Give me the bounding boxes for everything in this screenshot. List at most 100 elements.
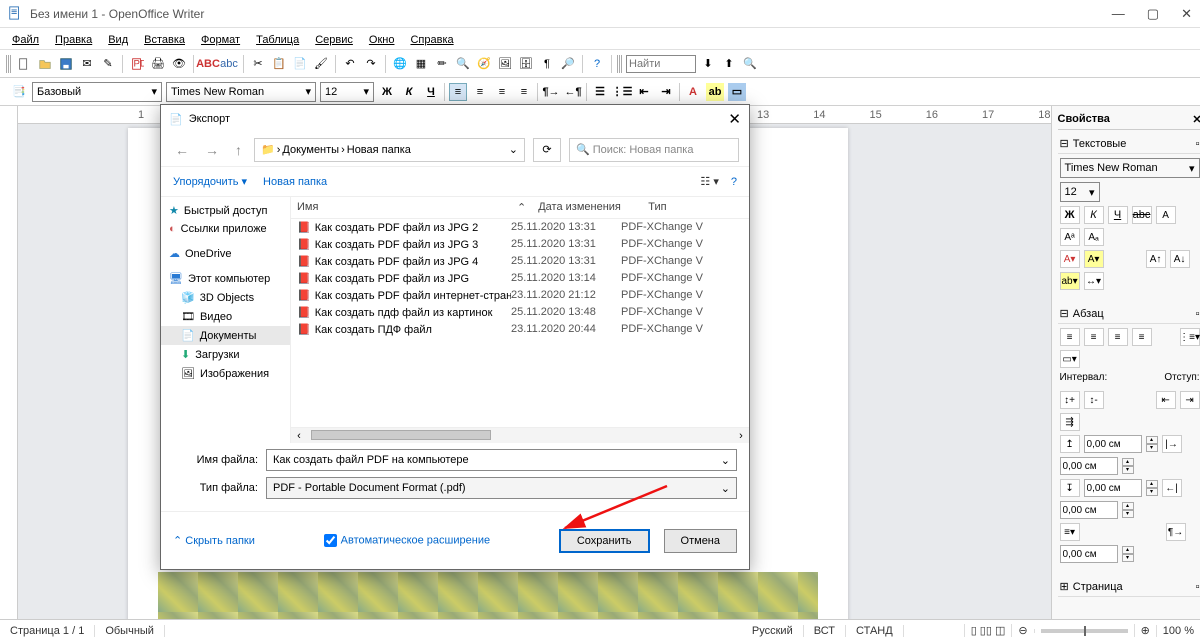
chevron-down-icon[interactable]: ⌄	[509, 143, 518, 156]
prop-sub-icon[interactable]: Aₐ	[1084, 228, 1104, 246]
undo-icon[interactable]: ↶	[341, 55, 359, 73]
prop-right-indent-icon[interactable]: ←|	[1162, 479, 1182, 497]
bullets-icon[interactable]: ⋮☰	[613, 83, 631, 101]
nav-up-icon[interactable]: ↑	[231, 142, 246, 158]
horizontal-scrollbar[interactable]: ‹ ›	[291, 427, 749, 443]
ltr-icon[interactable]: ¶→	[542, 83, 560, 101]
highlight-icon[interactable]: ab	[706, 83, 724, 101]
indent-dec-icon[interactable]: ⇤	[635, 83, 653, 101]
auto-extension-checkbox[interactable]: Автоматическое расширение	[269, 534, 545, 547]
prop-first-input[interactable]	[1060, 545, 1118, 563]
list-item[interactable]: 📕Как создать PDF файл из JPG25.11.2020 1…	[291, 270, 749, 287]
panel-close-icon[interactable]: ✕	[1192, 113, 1200, 126]
zoom-icon[interactable]: 🔎	[559, 55, 577, 73]
bold-icon[interactable]: Ж	[378, 83, 396, 101]
prop-spacing-inc-icon[interactable]: ↕+	[1060, 391, 1080, 409]
section-more-icon-2[interactable]: ▫	[1196, 308, 1200, 320]
prop-align-center-icon[interactable]: ≡	[1084, 328, 1104, 346]
section-more-icon-3[interactable]: ▫	[1196, 581, 1200, 593]
nav-back-icon[interactable]: ←	[171, 142, 193, 158]
prop-spacing-dec-icon[interactable]: ↕-	[1084, 391, 1104, 409]
tree-3d-objects[interactable]: 🧊3D Objects	[161, 288, 290, 307]
prop-first-indent-icon[interactable]: ¶→	[1166, 523, 1186, 541]
status-zoom-in-icon[interactable]: ⊕	[1134, 624, 1156, 637]
zoom-slider[interactable]	[1041, 629, 1128, 633]
print-icon[interactable]: 🖨	[149, 55, 167, 73]
find-replace-icon[interactable]: 🔍	[454, 55, 472, 73]
menu-view[interactable]: Вид	[102, 30, 134, 48]
paste-icon[interactable]: 📄	[291, 55, 309, 73]
prop-align-right-icon[interactable]: ≡	[1108, 328, 1128, 346]
menu-edit[interactable]: Правка	[49, 30, 98, 48]
help-icon[interactable]: ?	[588, 55, 606, 73]
find-prev-icon[interactable]: ⬆	[720, 55, 738, 73]
hide-folders-link[interactable]: ⌃ Скрыть папки	[173, 534, 255, 547]
tree-videos[interactable]: 🎞Видео	[161, 307, 290, 326]
new-icon[interactable]	[15, 55, 33, 73]
preview-icon[interactable]: 👁	[170, 55, 188, 73]
hyperlink-icon[interactable]: 🌐	[391, 55, 409, 73]
menu-insert[interactable]: Вставка	[138, 30, 191, 48]
prop-bgcolor-icon[interactable]: ▭▾	[1060, 350, 1080, 368]
mail-icon[interactable]: ✉	[78, 55, 96, 73]
redo-icon[interactable]: ↷	[362, 55, 380, 73]
tree-pictures[interactable]: 🖼Изображения	[161, 364, 290, 383]
menu-help[interactable]: Справка	[404, 30, 459, 48]
prop-fontcolor-icon[interactable]: A▾	[1060, 250, 1080, 268]
prop-above-icon[interactable]: ↥	[1060, 435, 1080, 453]
prop-grow-icon[interactable]: A↑	[1146, 250, 1166, 268]
copy-icon[interactable]: 📋	[270, 55, 288, 73]
show-draw-icon[interactable]: ✏	[433, 55, 451, 73]
align-left-icon[interactable]: ≡	[449, 83, 467, 101]
menu-window[interactable]: Окно	[363, 30, 401, 48]
prop-below-icon[interactable]: ↧	[1060, 479, 1080, 497]
list-item[interactable]: 📕Как создать PDF файл из JPG 225.11.2020…	[291, 219, 749, 236]
organize-menu[interactable]: Упорядочить ▾	[173, 175, 247, 188]
tree-this-pc[interactable]: 🖥Этот компьютер	[161, 269, 290, 288]
tree-app-links[interactable]: ◐Ссылки приложе	[161, 220, 290, 238]
prop-strike-icon[interactable]: abc	[1132, 206, 1152, 224]
status-insert[interactable]: ВСТ	[804, 625, 846, 637]
nav-forward-icon[interactable]: →	[201, 142, 223, 158]
prop-align-left-icon[interactable]: ≡	[1060, 328, 1080, 346]
prop-size-combo[interactable]: 12▾	[1060, 182, 1100, 202]
align-right-icon[interactable]: ≡	[493, 83, 511, 101]
table-icon[interactable]: ▦	[412, 55, 430, 73]
gallery-icon[interactable]: 🖼	[496, 55, 514, 73]
prop-kerning-icon[interactable]: ↔▾	[1084, 272, 1104, 290]
dialog-close-icon[interactable]: ✕	[728, 110, 741, 128]
dialog-search-input[interactable]: 🔍 Поиск: Новая папка	[569, 138, 739, 162]
prop-below-input[interactable]	[1084, 479, 1142, 497]
datasources-icon[interactable]: 🗄	[517, 55, 535, 73]
list-item[interactable]: 📕Как создать ПДФ файл23.11.2020 20:44PDF…	[291, 321, 749, 338]
save-icon[interactable]	[57, 55, 75, 73]
tree-documents[interactable]: 📄Документы	[161, 326, 290, 345]
list-item[interactable]: 📕Как создать пдф файл из картинок25.11.2…	[291, 304, 749, 321]
prop-underline-icon[interactable]: Ч	[1108, 206, 1128, 224]
save-button[interactable]: Сохранить	[559, 529, 650, 553]
find-close-icon[interactable]: 🔍	[741, 55, 759, 73]
clone-format-icon[interactable]: 🖌	[312, 55, 330, 73]
find-next-icon[interactable]: ⬇	[699, 55, 717, 73]
font-color-icon[interactable]: A	[684, 83, 702, 101]
align-center-icon[interactable]: ≡	[471, 83, 489, 101]
styles-icon[interactable]: 📑	[10, 83, 28, 101]
nonprint-icon[interactable]: ¶	[538, 55, 556, 73]
dialog-help-icon[interactable]: ?	[731, 176, 737, 188]
align-justify-icon[interactable]: ≡	[515, 83, 533, 101]
rtl-icon[interactable]: ←¶	[564, 83, 582, 101]
prop-highlight-icon[interactable]: A▾	[1084, 250, 1104, 268]
prop-spacing-icon[interactable]: ab▾	[1060, 272, 1080, 290]
toolbar-grip[interactable]	[6, 55, 12, 73]
prop-left-input[interactable]	[1060, 457, 1118, 475]
prop-indent-inc-icon[interactable]: ⇥	[1180, 391, 1200, 409]
toolbar-grip-2[interactable]	[617, 55, 623, 73]
prop-font-combo[interactable]: Times New Roman▾	[1060, 158, 1200, 178]
prop-linespace-icon[interactable]: ≡▾	[1060, 523, 1080, 541]
navigator-icon[interactable]: 🧭	[475, 55, 493, 73]
newfolder-button[interactable]: Новая папка	[263, 176, 327, 188]
section-more-icon[interactable]: ▫	[1196, 138, 1200, 150]
tree-quick-access[interactable]: ★Быстрый доступ	[161, 201, 290, 220]
minimize-button[interactable]: —	[1112, 6, 1125, 22]
status-zoom-out-icon[interactable]: ⊖	[1011, 624, 1033, 637]
